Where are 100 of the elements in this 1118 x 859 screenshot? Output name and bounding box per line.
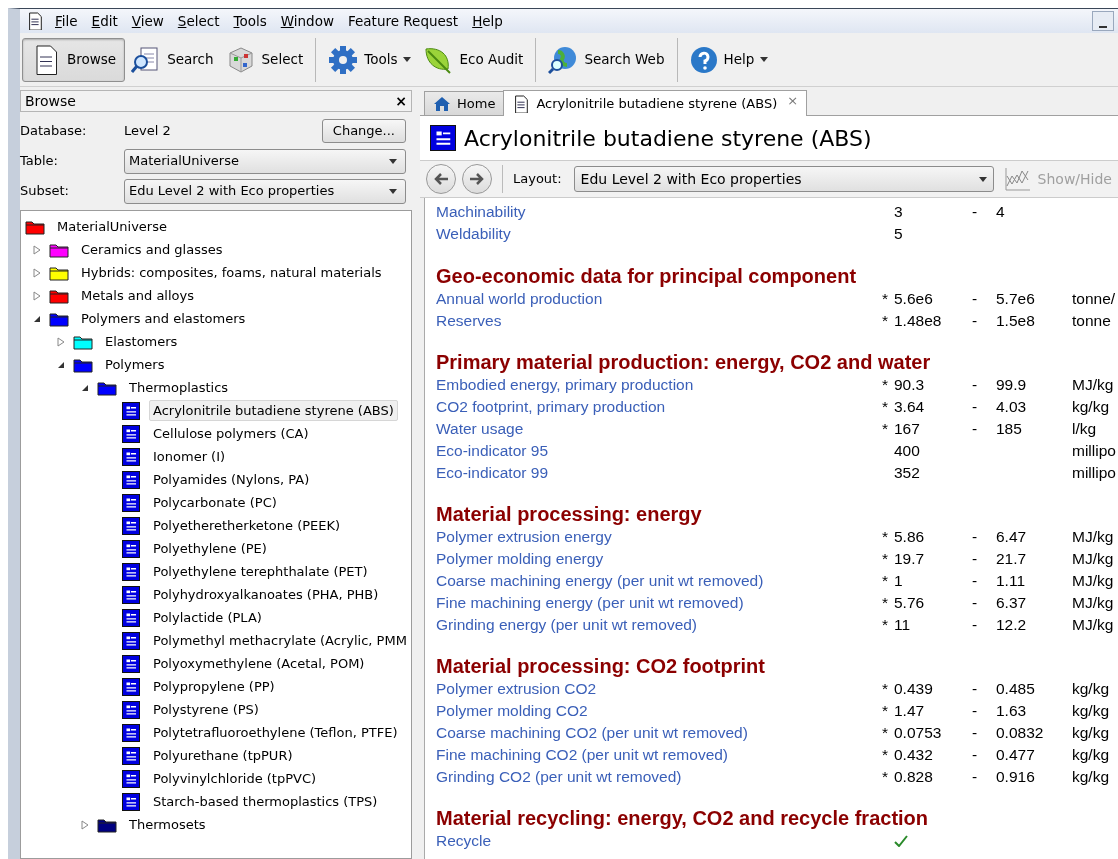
tree-item[interactable]: Thermosets [125,813,210,836]
property-link[interactable]: Polymer molding energy [436,547,882,571]
left-arrow-icon [433,172,449,186]
tree-item[interactable]: Ceramics and glasses [77,238,227,261]
property-link[interactable]: CO2 footprint, primary production [436,395,882,419]
tree-item[interactable]: Polyethylene (PE) [149,537,271,560]
close-tab-button[interactable]: × [787,91,799,111]
tab[interactable]: Acrylonitrile butadiene styrene (ABS) × [503,90,808,116]
property-link[interactable]: Embodied energy, primary production [436,373,882,397]
value-high: 99.9 [996,375,1028,396]
property-link[interactable]: Reserves [436,308,882,332]
value-low: 90.3 [894,375,926,396]
home-icon [433,95,451,112]
property-link[interactable]: Grinding CO2 (per unit wt removed) [436,764,882,788]
tree-item[interactable]: Polyoxymethylene (Acetal, POM) [149,652,369,675]
tree-item[interactable]: MaterialUniverse [53,215,171,238]
property-link[interactable]: Polymer extrusion CO2 [436,677,882,701]
property-link[interactable]: Machinability [436,200,882,224]
minimize-button[interactable] [1092,11,1114,31]
tree-item[interactable]: Polylactide (PLA) [149,606,266,629]
property-link[interactable]: Eco-indicator 99 [436,460,882,484]
tree-item[interactable]: Polyvinylchloride (tpPVC) [149,767,321,790]
layout-dropdown[interactable]: Edu Level 2 with Eco properties [573,166,994,192]
menu-item[interactable]: Edit [84,10,125,32]
toolbar-button[interactable]: Search Web [542,37,671,82]
tree-item[interactable]: Polytetrafluoroethylene (Teflon, PTFE) [149,721,402,744]
range-dash: - [972,615,978,633]
expand-icon[interactable] [33,267,41,278]
subset-dropdown[interactable]: Edu Level 2 with Eco properties [124,178,406,204]
tab[interactable]: Home [424,91,505,115]
property-link[interactable]: Fine machining energy (per unit wt removed) [436,590,882,615]
range-dash: - [972,572,978,590]
expand-icon[interactable] [33,244,41,255]
record-icon [122,654,140,673]
field-label: Table: [20,152,59,171]
collapse-icon[interactable] [57,360,65,369]
unit-label: MJ/kg [1072,592,1114,613]
tree-item[interactable]: Metals and alloys [77,284,198,307]
change-button[interactable]: Change... [321,119,406,143]
tree-item[interactable]: Polystyrene (PS) [149,698,263,721]
menu-item[interactable]: File [48,10,85,32]
expand-icon[interactable] [81,819,89,830]
tree-item[interactable]: Polymethyl methacrylate (Acrylic, PMM [149,629,411,652]
property-link[interactable]: Polymer extrusion energy [436,525,882,549]
value-low: 19.7 [894,549,926,570]
property-link[interactable]: Grinding energy (per unit wt removed) [436,612,882,636]
tree-item[interactable]: Starch-based thermoplastics (TPS) [149,790,382,813]
tree-item[interactable]: Acrylonitrile butadiene styrene (ABS) [149,399,398,422]
tree-item[interactable]: Polyamides (Nylons, PA) [149,468,314,491]
menu-item[interactable]: Select [170,10,227,32]
unit-label: MJ/kg [1072,375,1114,396]
collapse-icon[interactable] [33,314,41,323]
tree-item[interactable]: Polycarbonate (PC) [149,491,281,514]
expand-icon[interactable] [33,290,41,301]
property-link[interactable]: Eco-indicator 95 [436,438,882,463]
expand-icon[interactable] [57,336,65,347]
toolbar-button[interactable]: Select [219,37,310,82]
record-icon [122,677,140,696]
property-link[interactable]: Polymer molding CO2 [436,699,882,723]
value-high: 0.477 [996,744,1036,765]
field-label: Subset: [20,182,70,201]
tree-item[interactable]: Polymers and elastomers [77,307,250,330]
value-low: 3.64 [894,397,926,418]
toolbar-button[interactable]: Browse [22,37,126,82]
menu-item[interactable]: Window [273,10,341,32]
property-link[interactable]: Weldability [436,222,882,246]
toolbar-button[interactable]: Help [683,37,775,82]
property-link[interactable]: Recycle [436,829,882,853]
collapse-icon[interactable] [81,383,89,392]
menu-item[interactable]: Help [465,10,510,32]
tree-item[interactable]: Hybrids: composites, foams, natural materials [77,261,386,284]
tree-item[interactable]: Ionomer (I) [149,445,230,468]
menu-item[interactable]: Tools [226,10,274,32]
tree-item[interactable]: Polyhydroxyalkanoates (PHA, PHB) [149,583,383,606]
close-button[interactable]: × [395,90,407,112]
property-link[interactable]: Coarse machining energy (per unit wt removed) [436,569,882,593]
menu-item[interactable]: Feature Request [341,10,466,32]
forward-button[interactable] [462,164,492,194]
caret-icon [978,176,987,182]
value-high: 1.5e8 [996,310,1036,331]
tree-item[interactable]: Polypropylene (PP) [149,675,279,698]
menu-item[interactable]: View [124,10,171,32]
back-button[interactable] [426,164,456,194]
tree-item[interactable]: Polymers [101,353,169,376]
toolbar-button[interactable]: Search [125,37,220,82]
property-link[interactable]: Annual world production [436,286,882,311]
tree-item[interactable]: Cellulose polymers (CA) [149,422,313,445]
toolbar-button[interactable]: Tools [322,37,418,82]
tree-item[interactable]: Polyetheretherketone (PEEK) [149,514,345,537]
value-high: 6.47 [996,527,1028,548]
tree-item[interactable]: Polyethylene terephthalate (PET) [149,560,372,583]
tree-item[interactable]: Polyurethane (tpPUR) [149,744,297,767]
property-link[interactable]: Water usage [436,417,882,441]
property-link[interactable]: Coarse machining CO2 (per unit wt removed) [436,721,882,745]
toolbar-button[interactable]: Eco Audit [417,37,530,82]
table-dropdown[interactable]: MaterialUniverse [124,148,406,174]
unit-label: kg/kg [1072,701,1110,722]
tree-item[interactable]: Thermoplastics [125,376,233,399]
property-link[interactable]: Fine machining CO2 (per unit wt removed) [436,742,882,767]
tree-item[interactable]: Elastomers [101,330,182,353]
